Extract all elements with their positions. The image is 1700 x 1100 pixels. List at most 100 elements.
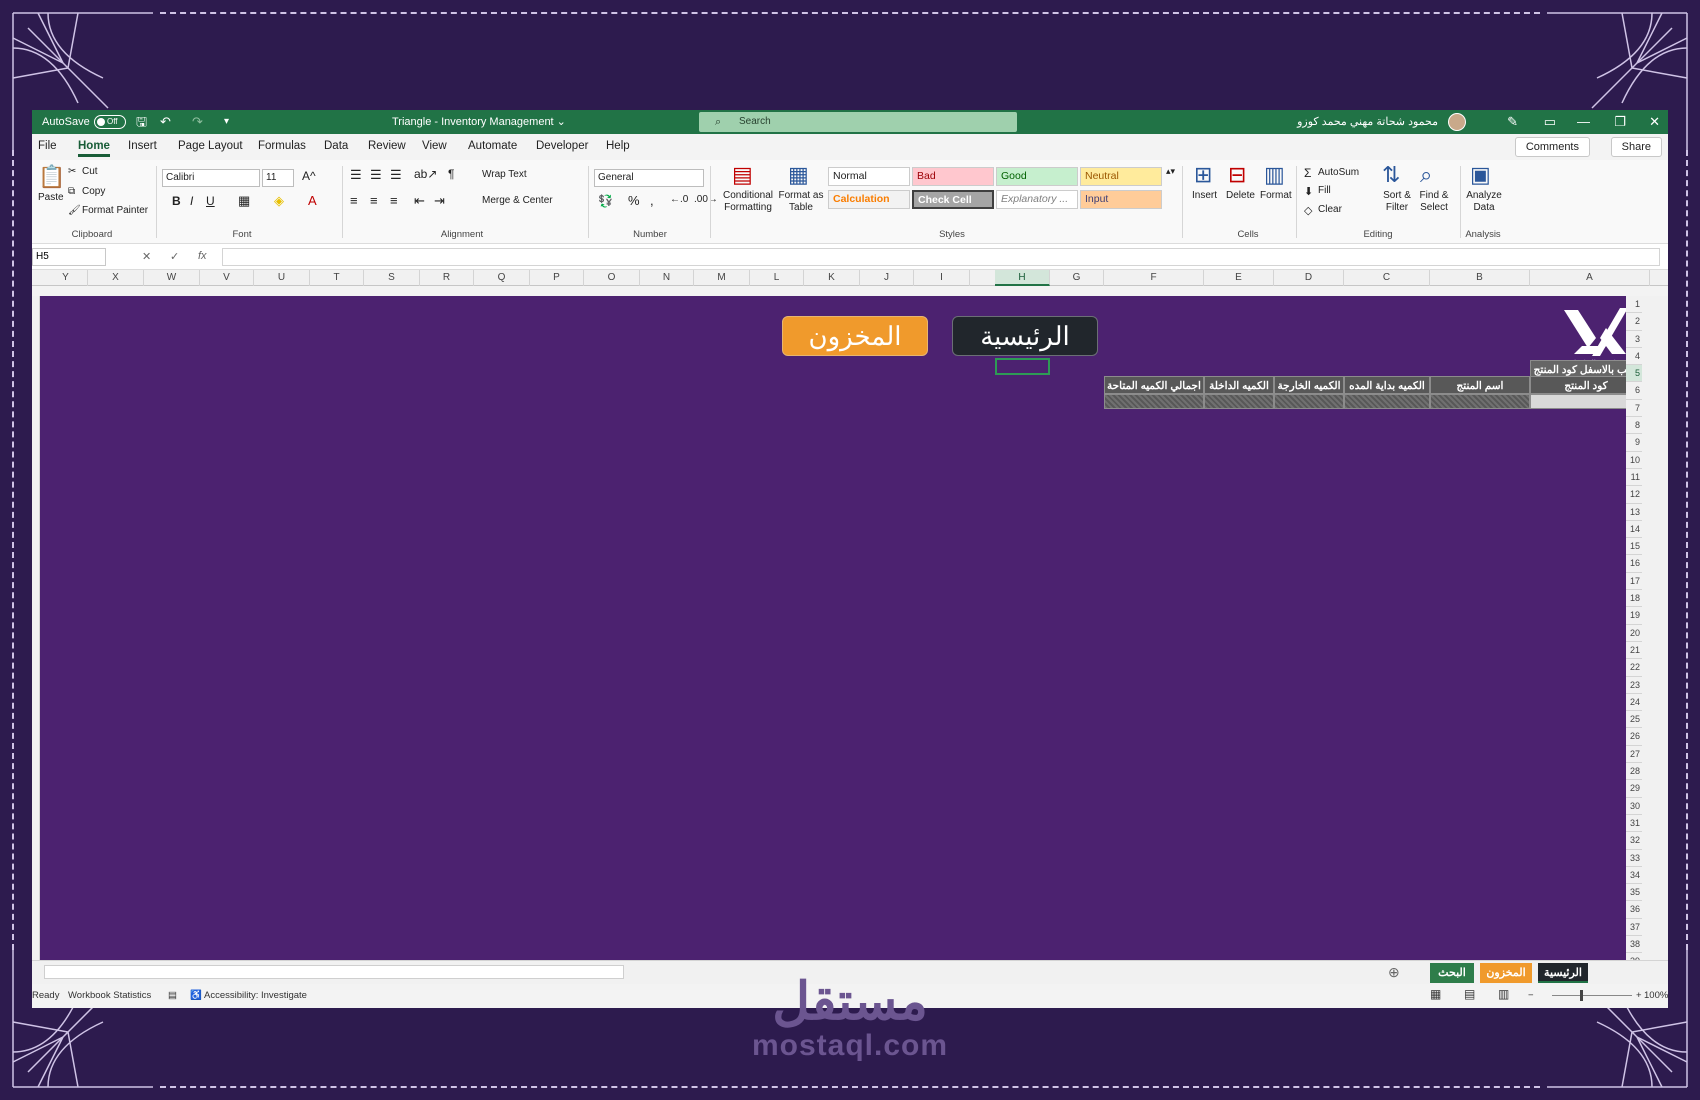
column-header[interactable]: T <box>310 270 364 286</box>
find-select-icon[interactable]: ⌕ <box>1420 162 1432 188</box>
column-header[interactable]: M <box>694 270 750 286</box>
row-header[interactable]: 1 <box>1626 296 1642 314</box>
accounting-format-icon[interactable]: 💱 <box>598 194 613 208</box>
styles-scroll-icon[interactable]: ▴▾ <box>1166 166 1175 177</box>
increase-indent-icon[interactable]: ⇥ <box>434 193 445 209</box>
font-size-dropdown[interactable]: 11 <box>262 169 294 187</box>
column-header[interactable]: O <box>584 270 640 286</box>
row-header[interactable]: 36 <box>1626 901 1642 919</box>
sheet-tab-inventory[interactable]: المخزون <box>1480 963 1532 983</box>
row-header[interactable]: 2 <box>1626 313 1642 331</box>
row-header[interactable]: 11 <box>1626 469 1642 487</box>
formula-input[interactable] <box>222 248 1660 266</box>
column-header[interactable]: Q <box>474 270 530 286</box>
enter-icon[interactable]: ✓ <box>170 250 179 263</box>
insert-cells-icon[interactable]: ⊞ <box>1194 162 1212 188</box>
accessibility-status[interactable]: Accessibility: Investigate <box>204 990 307 1001</box>
style-neutral[interactable]: Neutral <box>1080 167 1162 186</box>
merge-center-button[interactable]: Merge & Center <box>482 195 553 206</box>
insert-function-icon[interactable]: fx <box>198 250 207 262</box>
save-icon[interactable]: 🖫 <box>136 110 147 134</box>
decrease-decimal-icon[interactable]: .00→ <box>694 194 718 205</box>
close-icon[interactable]: ✕ <box>1649 110 1660 134</box>
style-bad[interactable]: Bad <box>912 167 994 186</box>
customize-toolbar-icon[interactable]: ▾ <box>224 110 229 134</box>
comments-button[interactable]: Comments <box>1514 137 1590 157</box>
format-painter-icon[interactable]: 🖌 <box>68 205 81 216</box>
incoming-quantity-cell[interactable] <box>1204 394 1274 409</box>
tab-review[interactable]: Review <box>368 140 406 152</box>
comma-style-icon[interactable]: , <box>650 193 654 208</box>
autosum-button[interactable]: AutoSum <box>1318 167 1359 178</box>
column-header[interactable]: F <box>1104 270 1204 286</box>
number-format-dropdown[interactable]: General <box>594 169 704 187</box>
row-header[interactable]: 15 <box>1626 538 1642 556</box>
bold-icon[interactable]: B <box>172 194 181 208</box>
delete-cells-button[interactable]: Delete <box>1226 190 1255 201</box>
paste-button[interactable]: Paste <box>38 192 64 203</box>
header-incoming-quantity[interactable]: الكميه الداخلة <box>1204 376 1274 394</box>
row-header[interactable]: 39 <box>1626 953 1642 960</box>
cut-button[interactable]: Cut <box>82 166 98 177</box>
tab-view[interactable]: View <box>422 140 447 152</box>
vertical-scrollbar[interactable] <box>1642 296 1668 960</box>
row-header[interactable]: 6 <box>1626 382 1642 400</box>
row-header[interactable]: 3 <box>1626 331 1642 348</box>
row-header[interactable]: 26 <box>1626 728 1642 746</box>
column-header[interactable]: D <box>1274 270 1344 286</box>
workbook-statistics[interactable]: Workbook Statistics <box>68 990 151 1001</box>
autosum-icon[interactable]: Σ <box>1304 166 1311 180</box>
column-header[interactable]: B <box>1430 270 1530 286</box>
tab-formulas[interactable]: Formulas <box>258 140 306 152</box>
row-header[interactable]: 20 <box>1626 625 1642 642</box>
percent-icon[interactable]: % <box>628 193 640 208</box>
macro-record-icon[interactable]: ▤ <box>168 990 177 1001</box>
style-calculation[interactable]: Calculation <box>828 190 910 209</box>
column-header[interactable]: E <box>1204 270 1274 286</box>
underline-icon[interactable]: U <box>206 194 215 208</box>
document-title[interactable]: Triangle - Inventory Management ⌄ <box>392 110 566 134</box>
home-nav-button[interactable]: الرئيسية <box>952 316 1098 356</box>
row-header[interactable]: 38 <box>1626 936 1642 954</box>
row-header[interactable]: 34 <box>1626 867 1642 885</box>
style-normal[interactable]: Normal <box>828 167 910 186</box>
row-header[interactable]: 24 <box>1626 694 1642 712</box>
row-header[interactable]: 31 <box>1626 815 1642 833</box>
cut-icon[interactable]: ✂ <box>68 166 76 177</box>
row-header[interactable]: 28 <box>1626 763 1642 781</box>
tab-automate[interactable]: Automate <box>468 140 517 152</box>
row-header[interactable]: 30 <box>1626 798 1642 815</box>
style-good[interactable]: Good <box>996 167 1078 186</box>
column-header[interactable]: K <box>804 270 860 286</box>
tab-page-layout[interactable]: Page Layout <box>178 140 243 152</box>
column-header[interactable]: W <box>144 270 200 286</box>
insert-cells-button[interactable]: Insert <box>1192 190 1217 201</box>
zoom-level[interactable]: 100% <box>1644 990 1668 1001</box>
row-header[interactable]: 8 <box>1626 417 1642 435</box>
input-product-code-cell[interactable] <box>1530 394 1626 409</box>
zoom-out-icon[interactable]: − <box>1528 990 1534 1001</box>
row-header[interactable]: 19 <box>1626 607 1642 625</box>
tab-developer[interactable]: Developer <box>536 140 588 152</box>
name-box[interactable]: H5 <box>32 248 106 266</box>
tab-file[interactable]: File <box>38 140 57 152</box>
header-product-name[interactable]: اسم المنتج <box>1430 376 1530 394</box>
clear-icon[interactable]: ◇ <box>1304 204 1312 217</box>
column-header[interactable]: V <box>200 270 254 286</box>
decrease-indent-icon[interactable]: ⇤ <box>414 193 425 209</box>
column-header[interactable]: G <box>1050 270 1104 286</box>
row-header[interactable]: 35 <box>1626 884 1642 902</box>
cancel-icon[interactable]: ✕ <box>142 250 151 263</box>
fill-icon[interactable]: ⬇ <box>1304 185 1313 198</box>
column-header[interactable]: C <box>1344 270 1430 286</box>
total-available-cell[interactable] <box>1104 394 1204 409</box>
align-center-icon[interactable]: ≡ <box>370 193 378 208</box>
header-outgoing-quantity[interactable]: الكميه الخارجة <box>1274 376 1344 394</box>
redo-icon[interactable]: ↷ <box>192 110 203 134</box>
header-total-available[interactable]: اجمالي الكميه المتاحة <box>1104 376 1204 394</box>
sheet-tab-home[interactable]: الرئيسية <box>1538 963 1588 983</box>
column-header[interactable]: A <box>1530 270 1650 286</box>
row-header[interactable]: 10 <box>1626 452 1642 469</box>
row-header[interactable]: 17 <box>1626 573 1642 591</box>
normal-view-icon[interactable]: ▦ <box>1430 987 1441 1001</box>
